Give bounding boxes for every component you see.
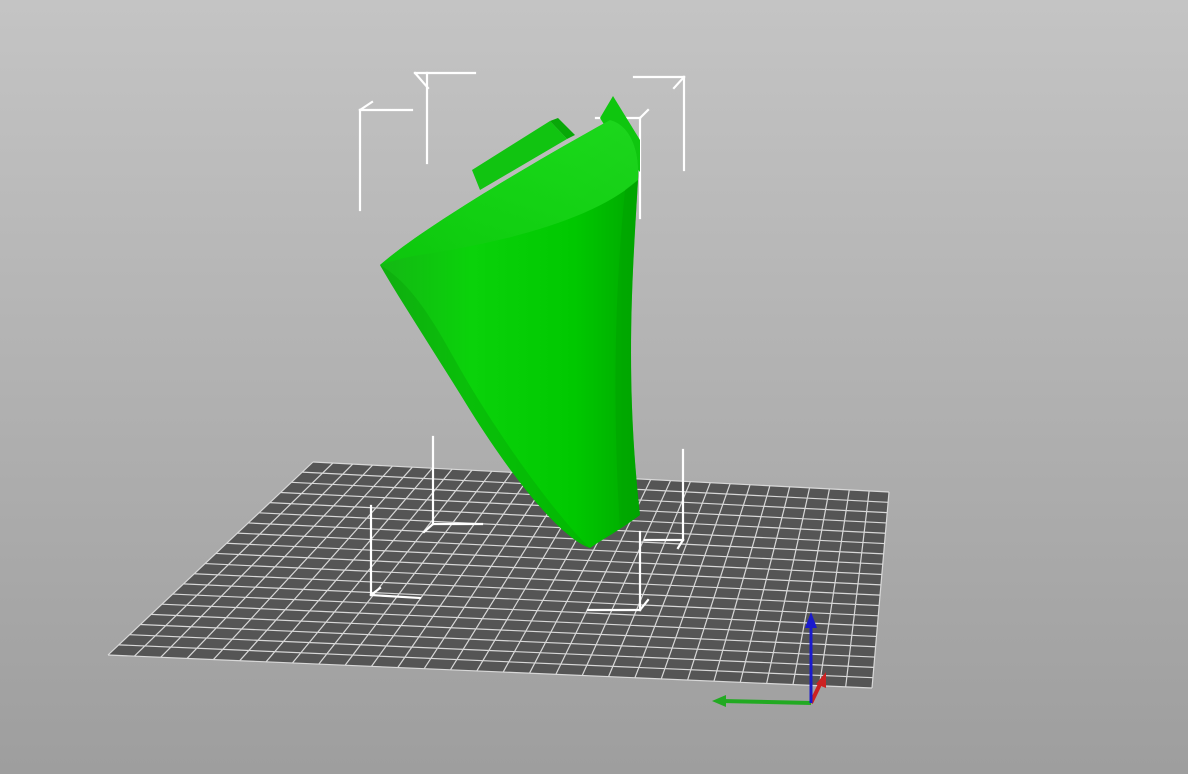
axis-y-arrow-icon [712,695,726,707]
3d-scene[interactable] [0,0,1188,774]
3d-viewport[interactable] [0,0,1188,774]
axis-y-line [721,699,812,705]
print-bed [107,461,890,689]
